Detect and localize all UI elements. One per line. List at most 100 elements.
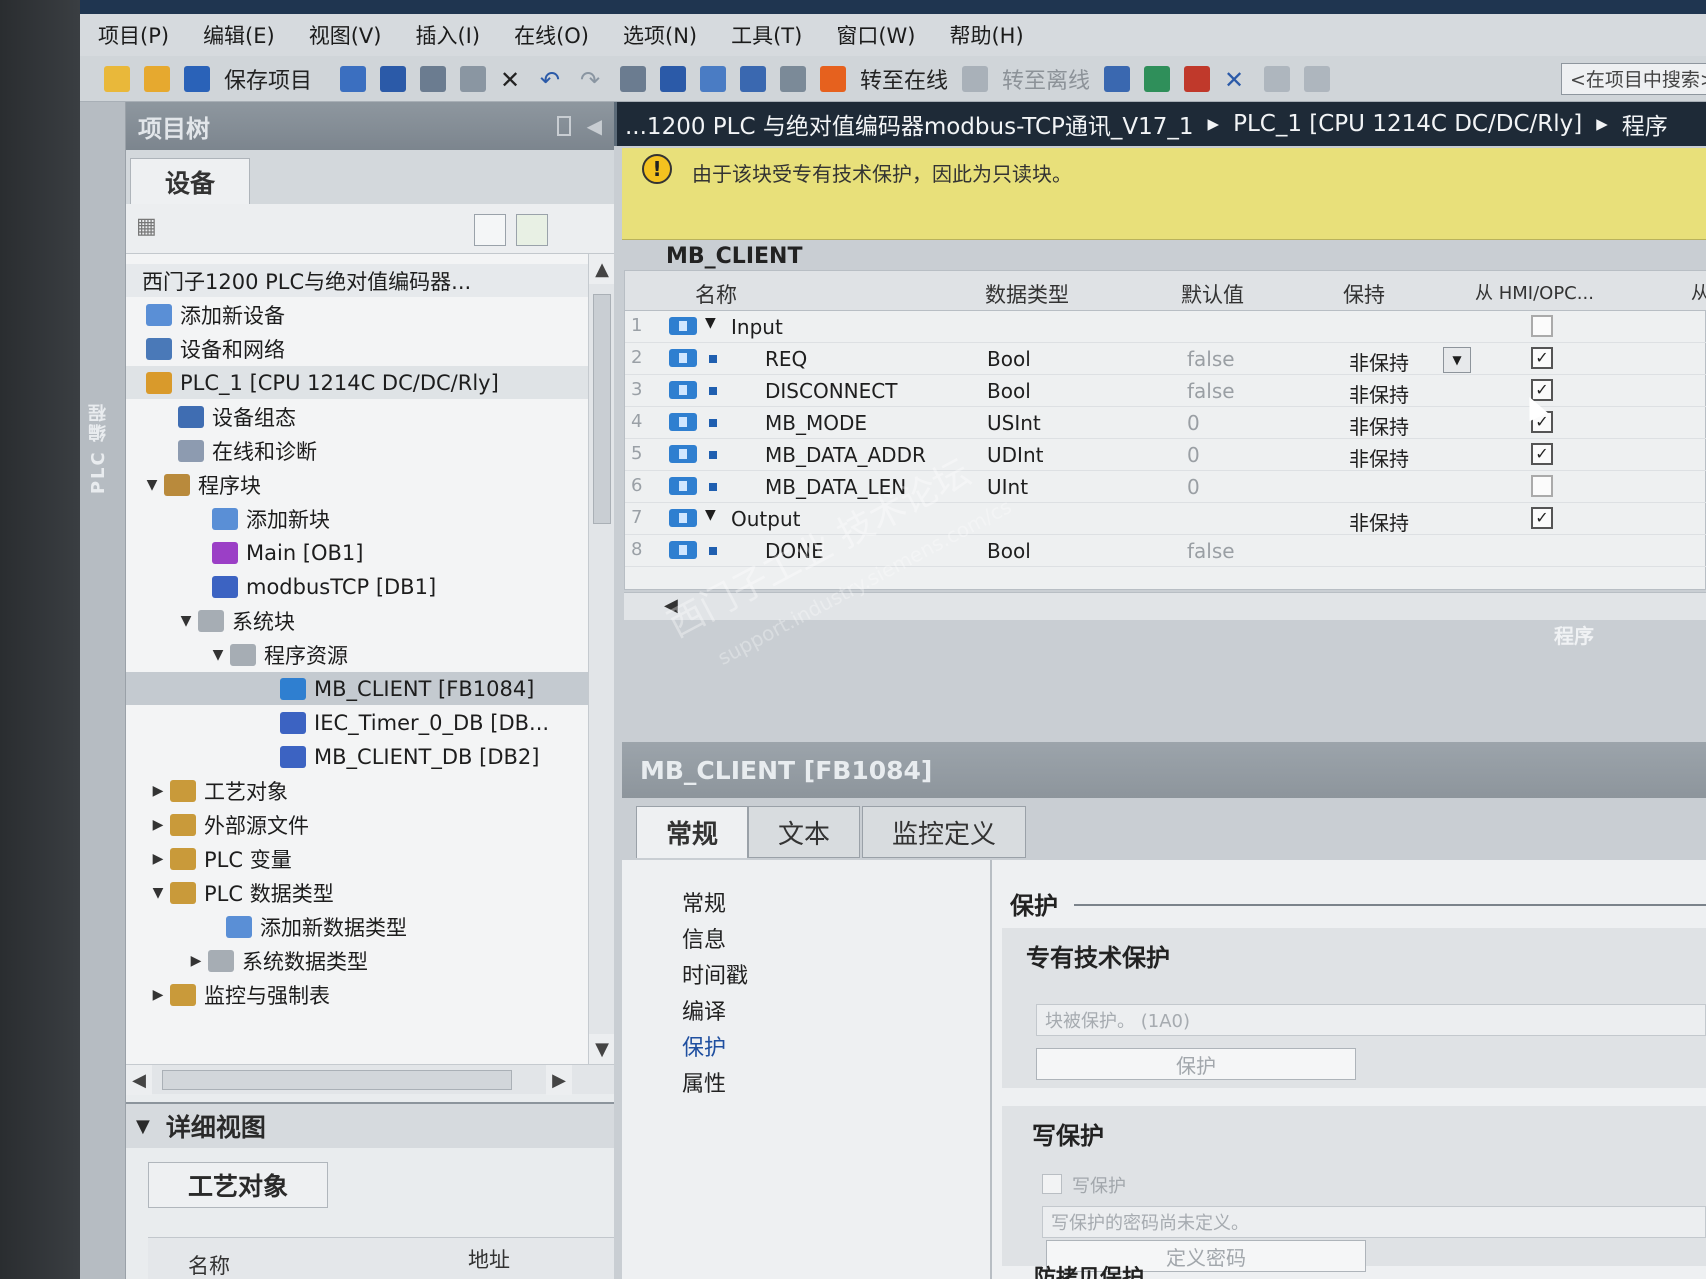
save-project-button[interactable]: 保存项目 <box>224 63 312 95</box>
expand-right-icon[interactable]: ▶ <box>188 953 204 969</box>
menu-edit[interactable]: 编辑(E) <box>203 20 275 50</box>
hmi-checkbox[interactable]: ✓ <box>1531 443 1553 465</box>
stop-simulation-icon[interactable] <box>780 65 807 92</box>
tree-item-plc1[interactable]: PLC_1 [CPU 1214C DC/DC/Rly] <box>126 366 588 399</box>
overview-icon[interactable] <box>474 214 506 246</box>
tree-item-devices-networks[interactable]: 设备和网络 <box>126 332 588 365</box>
expand-down-icon[interactable]: ▼ <box>210 647 226 663</box>
expand-right-icon[interactable]: ▶ <box>150 783 166 799</box>
write-protect-checkbox[interactable] <box>1042 1174 1062 1194</box>
tab-technology-objects[interactable]: 工艺对象 <box>148 1162 328 1208</box>
menu-window[interactable]: 窗口(W) <box>836 20 915 50</box>
detail-view-header[interactable]: ▼ 详细视图 <box>126 1102 614 1148</box>
tree-item-system-blocks[interactable]: ▼ 系统块 <box>126 604 588 637</box>
tab-supervision[interactable]: 监控定义 <box>862 806 1026 858</box>
tree-vertical-scrollbar[interactable]: ▲ ▼ <box>588 254 615 1064</box>
tree-item-program-resources[interactable]: ▼ 程序资源 <box>126 638 588 671</box>
split-horizontal-icon[interactable] <box>1264 65 1291 92</box>
compile-icon[interactable] <box>620 65 647 92</box>
collapse-icon[interactable]: ▼ <box>705 507 716 523</box>
expand-down-icon[interactable]: ▼ <box>178 613 194 629</box>
new-project-icon[interactable] <box>104 65 130 92</box>
stop-cpu-icon[interactable] <box>1184 65 1211 92</box>
simulation-icon[interactable] <box>740 65 767 92</box>
pin-icon[interactable] <box>556 116 571 136</box>
nav-information[interactable]: 信息 <box>682 922 726 954</box>
nav-attributes[interactable]: 属性 <box>682 1066 726 1098</box>
menu-online[interactable]: 在线(O) <box>514 20 589 50</box>
menu-project[interactable]: 项目(P) <box>98 20 169 50</box>
cross-reference-icon[interactable]: ✕ <box>1224 66 1250 94</box>
tree-item-external-sources[interactable]: ▶ 外部源文件 <box>126 808 588 841</box>
tab-texts[interactable]: 文本 <box>748 806 860 858</box>
tree-item-mb-client-db2[interactable]: MB_CLIENT_DB [DB2] <box>126 740 588 773</box>
table-row[interactable]: 6 MB_DATA_LEN UInt 0 <box>625 471 1706 503</box>
redo-icon[interactable]: ↷ <box>580 66 606 94</box>
tree-item-main-ob1[interactable]: Main [OB1] <box>126 536 588 569</box>
breadcrumb-project[interactable]: ...1200 PLC 与绝对值编码器modbus-TCP通讯_V17_1 <box>625 107 1194 141</box>
expand-down-icon[interactable]: ▼ <box>150 885 166 901</box>
table-row[interactable]: 3 DISCONNECT Bool false 非保持 ✓ <box>625 375 1706 407</box>
go-online-icon[interactable] <box>820 65 847 92</box>
tree-item-device-config[interactable]: 设备组态 <box>126 400 588 433</box>
add-device-icon[interactable] <box>516 214 548 246</box>
expand-right-icon[interactable]: ▶ <box>150 987 166 1003</box>
table-horizontal-scrollbar[interactable]: ◀ <box>624 592 1706 620</box>
upload-icon[interactable] <box>700 65 727 92</box>
open-project-icon[interactable] <box>144 65 170 92</box>
project-search-input[interactable]: <在项目中搜索> <box>1561 62 1706 95</box>
menu-view[interactable]: 视图(V) <box>309 20 382 50</box>
copy-icon[interactable] <box>420 65 447 92</box>
download-icon[interactable] <box>660 65 687 92</box>
delete-icon[interactable]: ✕ <box>500 66 526 94</box>
tree-item-iec-timer-db[interactable]: IEC_Timer_0_DB [DB... <box>126 706 588 739</box>
scroll-thumb[interactable] <box>162 1070 512 1090</box>
tree-horizontal-scrollbar[interactable]: ◀ ▶ <box>126 1064 614 1095</box>
go-online-button[interactable]: 转至在线 <box>860 63 948 95</box>
save-icon[interactable] <box>184 65 210 92</box>
collapse-icon[interactable]: ▼ <box>705 315 716 331</box>
tree-item-add-device[interactable]: 添加新设备 <box>126 298 588 331</box>
tree-item-add-data-type[interactable]: 添加新数据类型 <box>126 910 588 943</box>
tree-item-mb-client-fb1084[interactable]: MB_CLIENT [FB1084] <box>126 672 588 705</box>
hmi-checkbox[interactable] <box>1531 315 1553 337</box>
scroll-left-icon[interactable]: ◀ <box>126 1065 152 1095</box>
hmi-checkbox[interactable] <box>1531 475 1553 497</box>
go-offline-icon[interactable] <box>962 65 989 92</box>
table-row[interactable]: 2 REQ Bool false 非保持 ▼ ✓ <box>625 343 1706 375</box>
table-row[interactable]: 5 MB_DATA_ADDR UDInt 0 非保持 ✓ <box>625 439 1706 471</box>
collapse-left-icon[interactable]: ◀ <box>587 114 602 138</box>
expand-right-icon[interactable]: ▶ <box>150 851 166 867</box>
table-row[interactable]: 1 ▼ Input <box>625 311 1706 343</box>
breadcrumb-device[interactable]: PLC_1 [CPU 1214C DC/DC/Rly] <box>1233 111 1582 137</box>
tab-general[interactable]: 常规 <box>636 806 748 858</box>
scroll-up-icon[interactable]: ▲ <box>589 254 615 284</box>
accessible-devices-icon[interactable] <box>1104 65 1131 92</box>
tree-item-project[interactable]: 西门子1200 PLC与绝对值编码器... <box>126 264 588 297</box>
nav-protection[interactable]: 保护 <box>682 1030 726 1062</box>
expand-right-icon[interactable]: ▶ <box>150 817 166 833</box>
tab-devices[interactable]: 设备 <box>130 158 250 204</box>
menu-insert[interactable]: 插入(I) <box>415 20 480 50</box>
retain-dropdown-icon[interactable]: ▼ <box>1443 347 1471 373</box>
tree-item-online-diag[interactable]: 在线和诊断 <box>126 434 588 467</box>
tree-grid-icon[interactable]: ▦ <box>136 214 168 246</box>
chevron-down-icon[interactable]: ▼ <box>136 1116 150 1137</box>
nav-timestamp[interactable]: 时间戳 <box>682 958 748 990</box>
start-cpu-icon[interactable] <box>1144 65 1171 92</box>
breadcrumb-tail[interactable]: 程序 <box>1622 107 1668 141</box>
expand-down-icon[interactable]: ▼ <box>144 477 160 493</box>
tree-item-technology-objects[interactable]: ▶ 工艺对象 <box>126 774 588 807</box>
menu-help[interactable]: 帮助(H) <box>949 20 1023 50</box>
go-offline-button[interactable]: 转至离线 <box>1002 63 1090 95</box>
scroll-right-icon[interactable]: ▶ <box>546 1065 572 1095</box>
hmi-checkbox[interactable]: ✓ <box>1531 347 1553 369</box>
nav-compilation[interactable]: 编译 <box>682 994 726 1026</box>
tree-item-add-block[interactable]: 添加新块 <box>126 502 588 535</box>
nav-general[interactable]: 常规 <box>682 886 726 918</box>
scroll-down-icon[interactable]: ▼ <box>589 1034 615 1064</box>
scroll-left-icon[interactable]: ◀ <box>664 595 678 616</box>
print-icon[interactable] <box>340 65 367 92</box>
hmi-checkbox[interactable]: ✓ <box>1531 507 1553 529</box>
tree-item-plc-tags[interactable]: ▶ PLC 变量 <box>126 842 588 875</box>
